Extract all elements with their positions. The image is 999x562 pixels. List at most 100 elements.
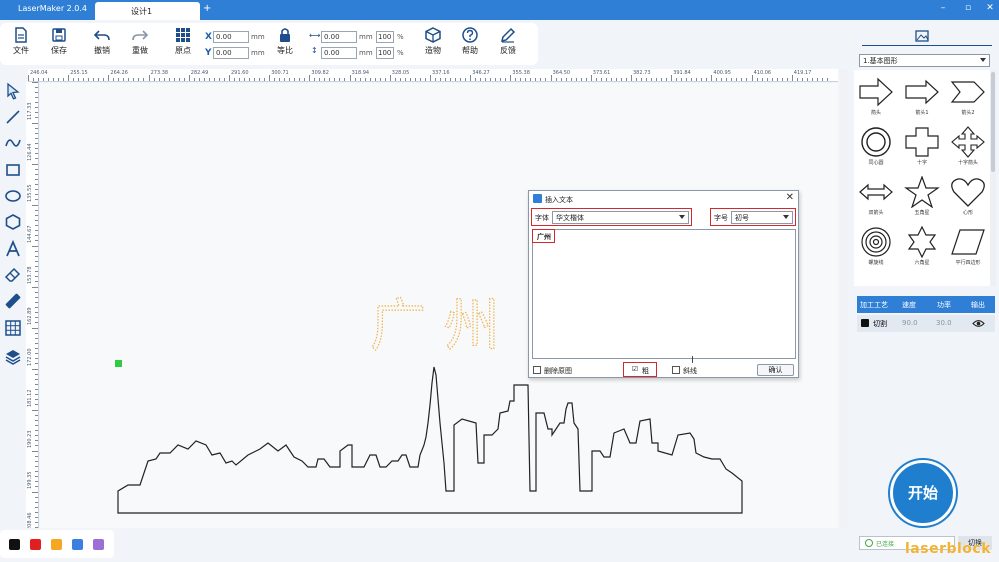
curve-icon[interactable] xyxy=(4,134,22,152)
ruler-tick xyxy=(751,75,753,81)
shape-item[interactable]: 五角星 xyxy=(900,174,944,222)
canvas-scrollbar[interactable] xyxy=(840,69,848,528)
build-button[interactable]: 造物 xyxy=(416,27,450,65)
ruler-tick xyxy=(35,512,38,513)
ruler-tick xyxy=(575,78,577,81)
undo-button[interactable]: 撤销 xyxy=(85,27,119,65)
text-input-area[interactable]: 广州 Ⅰ xyxy=(532,229,796,366)
ruler-top-label: 355.38 xyxy=(512,70,530,76)
ruler-left-label: 162.89 xyxy=(27,307,33,326)
ruler-tick xyxy=(284,78,286,81)
width-input[interactable] xyxy=(321,31,357,43)
ruler-tick xyxy=(32,246,38,247)
line-icon[interactable] xyxy=(4,108,22,126)
ellipse-icon[interactable] xyxy=(4,187,22,205)
image-library-icon[interactable] xyxy=(915,30,929,42)
dialog-app-icon xyxy=(533,194,542,203)
confirm-button[interactable]: 确认 xyxy=(757,364,794,376)
file-button[interactable]: 文件 xyxy=(4,27,38,65)
palette-swatch[interactable] xyxy=(72,539,83,550)
font-select[interactable]: 华文楷体 xyxy=(552,211,689,224)
ruler-tick xyxy=(35,404,38,405)
shape-item[interactable]: 十字 xyxy=(900,124,944,172)
ruler-icon[interactable] xyxy=(4,292,22,310)
ruler-tick xyxy=(153,78,155,81)
ruler-tick xyxy=(35,179,38,180)
layers-icon[interactable] xyxy=(4,348,22,366)
ruler-tick xyxy=(35,374,38,375)
text-icon[interactable] xyxy=(4,240,22,258)
origin-button[interactable]: 原点 xyxy=(166,27,200,65)
shape-item[interactable]: 同心圆 xyxy=(854,124,898,172)
italic-checkbox[interactable] xyxy=(672,366,680,374)
ruler-tick xyxy=(35,435,38,436)
delete-original-checkbox[interactable] xyxy=(533,366,541,374)
redo-icon xyxy=(132,30,149,41)
ruler-tick xyxy=(565,78,567,81)
bold-checkbox[interactable]: ☑ xyxy=(631,366,639,374)
select-icon[interactable] xyxy=(4,82,22,100)
add-tab-button[interactable]: + xyxy=(203,3,211,14)
layer-row[interactable]: 切割 90.0 30.0 xyxy=(857,315,995,332)
start-button[interactable]: 开始 xyxy=(890,460,956,526)
help-button[interactable]: 帮助 xyxy=(453,27,487,65)
eraser-icon[interactable] xyxy=(4,266,22,284)
shape-item[interactable]: 箭头2 xyxy=(946,74,990,122)
size-select[interactable]: 初号 xyxy=(731,211,793,224)
ruler-tick xyxy=(279,78,281,81)
shape-item[interactable]: 十字箭头 xyxy=(946,124,990,172)
shape-item[interactable]: 心形 xyxy=(946,174,990,222)
palette-swatch[interactable] xyxy=(93,539,104,550)
ruler-tick xyxy=(35,240,38,241)
five-star-icon xyxy=(904,176,940,208)
shape-item[interactable]: 箭头1 xyxy=(900,74,944,122)
file-label: 文件 xyxy=(13,46,29,55)
lock-ratio-button[interactable]: 等比 xyxy=(268,27,302,65)
maximize-button[interactable]: ▫ xyxy=(961,3,975,13)
header-output: 输出 xyxy=(971,301,985,309)
shape-item[interactable]: 双箭头 xyxy=(854,174,898,222)
header-speed: 速度 xyxy=(902,301,916,309)
shape-item[interactable]: 六角星 xyxy=(900,224,944,272)
height-input[interactable] xyxy=(321,47,357,59)
ruler-tick xyxy=(32,123,38,124)
grid-icon[interactable] xyxy=(4,319,22,337)
height-percent-input[interactable] xyxy=(376,47,394,59)
layer-color-swatch[interactable] xyxy=(861,319,869,327)
ruler-tick xyxy=(419,78,421,81)
palette-swatch[interactable] xyxy=(51,539,62,550)
document-tab[interactable]: 设计1 xyxy=(95,2,200,20)
ruler-tick xyxy=(32,287,38,288)
shape-item[interactable]: 螺旋线 xyxy=(854,224,898,272)
shape-item[interactable]: 平行四边形 xyxy=(946,224,990,272)
redo-button[interactable]: 重做 xyxy=(123,27,157,65)
rectangle-icon[interactable] xyxy=(4,161,22,179)
ruler-tick xyxy=(35,92,38,93)
ruler-top-label: 400.95 xyxy=(713,70,731,76)
save-button[interactable]: 保存 xyxy=(42,27,76,65)
palette-swatch[interactable] xyxy=(30,539,41,550)
shape-library-select[interactable]: 1.基本图形 xyxy=(859,54,990,67)
polygon-icon[interactable] xyxy=(4,213,22,231)
minimize-button[interactable]: – xyxy=(936,3,950,13)
ruler-tick xyxy=(35,333,38,334)
shape-label: 螺旋线 xyxy=(868,260,884,266)
ruler-tick xyxy=(35,276,38,277)
dialog-close-button[interactable]: ✕ xyxy=(786,192,794,203)
shape-item[interactable]: 箭头 xyxy=(854,74,898,122)
width-percent-input[interactable] xyxy=(376,31,394,43)
ruler-tick xyxy=(35,440,38,441)
ruler-tick xyxy=(610,78,612,81)
ruler-tick xyxy=(35,322,38,323)
shape-scrollbar-thumb[interactable] xyxy=(991,72,995,172)
ruler-tick xyxy=(35,353,38,354)
palette-swatch[interactable] xyxy=(9,539,20,550)
x-input[interactable] xyxy=(213,31,249,43)
feedback-button[interactable]: 反馈 xyxy=(491,27,525,65)
ruler-tick xyxy=(354,78,356,81)
heart-shape-icon xyxy=(951,178,985,207)
eye-icon[interactable] xyxy=(972,319,985,328)
ruler-tick xyxy=(35,471,38,472)
close-button[interactable]: ✕ xyxy=(983,3,997,13)
y-input[interactable] xyxy=(213,47,249,59)
